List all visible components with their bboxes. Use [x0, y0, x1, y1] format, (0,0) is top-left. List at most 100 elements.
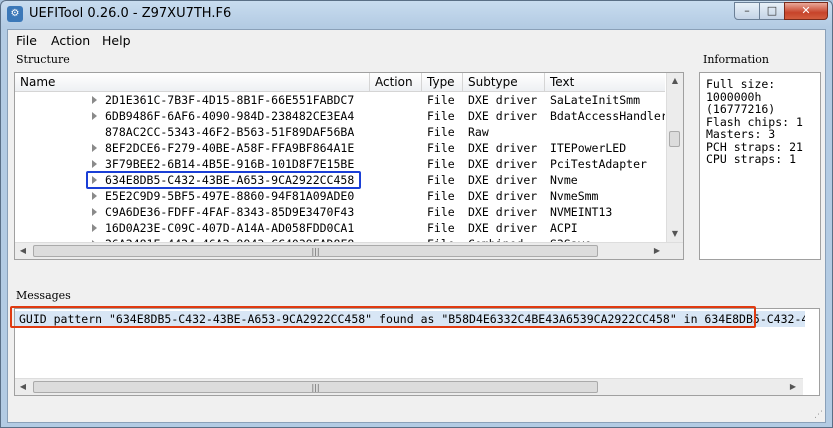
scroll-right-arrow-icon[interactable]: ▶ [785, 379, 801, 395]
row-subtype: DXE driver [468, 141, 538, 155]
grip-icon: ||| [311, 383, 320, 392]
row-name: C9A6DE36-FDFF-4FAF-8343-85D9E3470F43 [105, 205, 355, 219]
row-action [375, 156, 423, 172]
resize-grip-icon[interactable]: ⋰ [814, 410, 823, 420]
row-subtype: DXE driver [468, 221, 538, 235]
row-text [550, 124, 665, 140]
information-panel: Full size: 1000000h (16777216) Flash chi… [699, 72, 821, 260]
column-type[interactable]: Type [422, 73, 463, 91]
info-line: Masters: 3 [706, 127, 776, 141]
scroll-thumb[interactable]: ||| [33, 381, 598, 393]
scroll-down-arrow-icon[interactable]: ▼ [667, 226, 683, 242]
row-type: File [427, 205, 455, 219]
row-type: File [427, 125, 455, 139]
table-row[interactable]: 3F79BEE2-6B14-4B5E-916B-101D8F7E15BE File… [15, 156, 665, 172]
client-area: File Action Help Structure Information N… [7, 29, 826, 423]
row-subtype: DXE driver [468, 109, 538, 123]
scroll-left-arrow-icon[interactable]: ◀ [15, 379, 31, 395]
row-text: NvmeSmm [550, 189, 599, 203]
row-subtype: DXE driver [468, 189, 538, 203]
row-text: NVMEINT13 [550, 205, 613, 219]
structure-tree[interactable]: Name Action Type Subtype Text 2D1E361C-7… [14, 72, 684, 260]
structure-label: Structure [16, 53, 70, 66]
row-text: SaLateInitSmm [550, 93, 641, 107]
grip-icon: ||| [311, 247, 320, 256]
table-row[interactable]: 878AC2CC-5343-46F2-B563-51F89DAF56BA File… [15, 124, 665, 140]
row-name: 3F79BEE2-6B14-4B5E-916B-101D8F7E15BE [105, 157, 355, 171]
scroll-up-arrow-icon[interactable]: ▲ [667, 73, 683, 89]
structure-rows: 2D1E361C-7B3F-4D15-8B1F-66E551FABDC7 File… [15, 92, 665, 242]
table-row[interactable]: E5E2C9D9-5BF5-497E-8860-94F81A09ADE0 File… [15, 188, 665, 204]
table-row[interactable]: C9A6DE36-FDFF-4FAF-8343-85D9E3470F43 File… [15, 204, 665, 220]
info-line: (16777216) [706, 102, 776, 116]
row-subtype: DXE driver [468, 157, 538, 171]
row-subtype: Raw [468, 125, 489, 139]
expand-arrow-icon[interactable] [92, 224, 97, 232]
table-row[interactable]: 16D0A23E-C09C-407D-A14A-AD058FDD0CA1 File… [15, 220, 665, 236]
row-action [375, 92, 423, 108]
row-type: File [427, 221, 455, 235]
scroll-left-arrow-icon[interactable]: ◀ [15, 243, 31, 259]
row-action [375, 172, 423, 188]
row-type: File [427, 141, 455, 155]
expand-arrow-icon[interactable] [92, 144, 97, 152]
info-line: CPU straps: 1 [706, 152, 797, 166]
row-action [375, 124, 423, 140]
expand-arrow-icon[interactable] [92, 192, 97, 200]
row-text: BdatAccessHandler [550, 109, 665, 123]
row-type: File [427, 189, 455, 203]
row-name: 6DB9486F-6AF6-4090-984D-238482CE3EA4 [105, 109, 355, 123]
scroll-thumb[interactable]: ||| [33, 245, 598, 257]
title-bar[interactable]: ⚙ UEFITool 0.26.0 - Z97XU7TH.F6 – □ ✕ [1, 1, 832, 27]
column-subtype[interactable]: Subtype [463, 73, 545, 91]
row-action [375, 220, 423, 236]
menu-help[interactable]: Help [102, 33, 131, 48]
row-action [375, 204, 423, 220]
row-action [375, 108, 423, 124]
message-highlight-box [10, 306, 756, 328]
maximize-button[interactable]: □ [759, 2, 785, 20]
row-name: 2D1E361C-7B3F-4D15-8B1F-66E551FABDC7 [105, 93, 355, 107]
expand-arrow-icon[interactable] [92, 208, 97, 216]
structure-header: Name Action Type Subtype Text [15, 73, 665, 92]
messages-horizontal-scrollbar[interactable]: ◀ ||| ▶ [15, 378, 803, 395]
row-text: Nvme [550, 173, 578, 187]
table-row[interactable]: 2D1E361C-7B3F-4D15-8B1F-66E551FABDC7 File… [15, 92, 665, 108]
menu-bar: File Action Help [8, 30, 825, 50]
info-line: Full size: [706, 77, 776, 91]
expand-arrow-icon[interactable] [92, 96, 97, 104]
messages-label: Messages [16, 289, 71, 302]
tree-highlight-box [86, 171, 361, 189]
row-subtype: DXE driver [468, 93, 538, 107]
row-type: File [427, 93, 455, 107]
close-button[interactable]: ✕ [784, 2, 828, 20]
row-text: ACPI [550, 221, 578, 235]
structure-vertical-scrollbar[interactable]: ▲ ▼ [666, 73, 683, 242]
row-name: E5E2C9D9-5BF5-497E-8860-94F81A09ADE0 [105, 189, 355, 203]
row-type: File [427, 109, 455, 123]
table-row[interactable]: 8EF2DCE6-F279-40BE-A58F-FFA9BF864A1E File… [15, 140, 665, 156]
menu-action[interactable]: Action [51, 33, 90, 48]
minimize-button[interactable]: – [734, 2, 760, 20]
column-action[interactable]: Action [370, 73, 422, 91]
row-subtype: DXE driver [468, 205, 538, 219]
row-action [375, 188, 423, 204]
expand-arrow-icon[interactable] [92, 160, 97, 168]
menu-file[interactable]: File [16, 33, 37, 48]
row-name: 16D0A23E-C09C-407D-A14A-AD058FDD0CA1 [105, 221, 355, 235]
scroll-thumb[interactable] [669, 131, 680, 147]
row-action [375, 140, 423, 156]
expand-arrow-icon[interactable] [92, 112, 97, 120]
row-name: 8EF2DCE6-F279-40BE-A58F-FFA9BF864A1E [105, 141, 355, 155]
column-name[interactable]: Name [15, 73, 370, 91]
app-icon: ⚙ [7, 6, 23, 22]
structure-horizontal-scrollbar[interactable]: ◀ ||| ▶ [15, 242, 683, 259]
row-type: File [427, 157, 455, 171]
row-text: ITEPowerLED [550, 141, 627, 155]
column-text[interactable]: Text [545, 73, 665, 91]
scroll-right-arrow-icon[interactable]: ▶ [649, 243, 665, 259]
table-row[interactable]: 6DB9486F-6AF6-4090-984D-238482CE3EA4 File… [15, 108, 665, 124]
information-label: Information [703, 53, 770, 66]
row-name: 878AC2CC-5343-46F2-B563-51F89DAF56BA [105, 125, 355, 139]
row-subtype: DXE driver [468, 173, 538, 187]
